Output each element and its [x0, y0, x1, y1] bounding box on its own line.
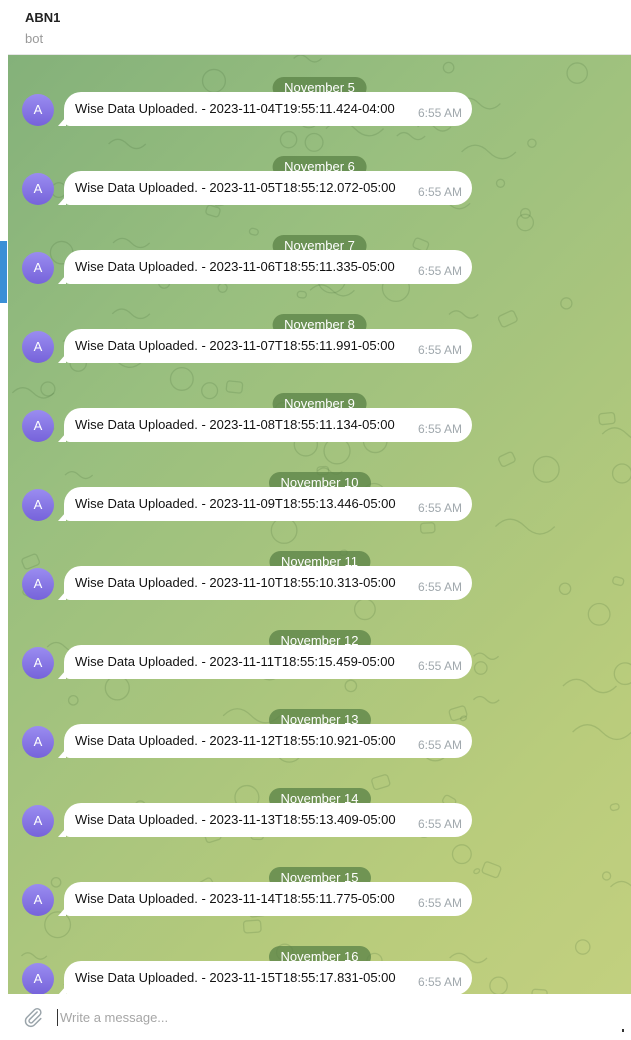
message-group: November 15 A Wise Data Uploaded. - 2023-1… — [8, 856, 631, 935]
avatar[interactable]: A — [22, 884, 54, 916]
bubble-tail — [58, 591, 66, 600]
message-bubble[interactable]: Wise Data Uploaded. - 2023-11-15T18:55:1… — [58, 961, 472, 994]
message-bubble[interactable]: Wise Data Uploaded. - 2023-11-07T18:55:1… — [58, 329, 472, 363]
message-text: Wise Data Uploaded. - 2023-11-07T18:55:1… — [75, 338, 395, 353]
message-text: Wise Data Uploaded. - 2023-11-15T18:55:1… — [75, 970, 396, 985]
message-bubble[interactable]: Wise Data Uploaded. - 2023-11-06T18:55:1… — [58, 250, 472, 284]
message-time: 6:55 AM — [417, 580, 462, 594]
bubble-tail — [58, 986, 66, 994]
message-bubble[interactable]: Wise Data Uploaded. - 2023-11-08T18:55:1… — [58, 408, 472, 442]
message-time: 6:55 AM — [417, 185, 462, 199]
message-group: November 14 A Wise Data Uploaded. - 2023-1… — [8, 777, 631, 856]
message-time: 6:55 AM — [417, 738, 462, 752]
message-group: November 8 A Wise Data Uploaded. - 2023-11… — [8, 303, 631, 382]
message-bubble[interactable]: Wise Data Uploaded. - 2023-11-04T19:55:1… — [58, 92, 472, 126]
message-time: 6:55 AM — [417, 817, 462, 831]
avatar[interactable]: A — [22, 252, 54, 284]
message-time: 6:55 AM — [417, 975, 462, 989]
message-group: November 7 A Wise Data Uploaded. - 2023-11… — [8, 224, 631, 303]
avatar[interactable]: A — [22, 331, 54, 363]
message-text: Wise Data Uploaded. - 2023-11-12T18:55:1… — [75, 733, 396, 748]
message-group: November 12 A Wise Data Uploaded. - 2023-1… — [8, 619, 631, 698]
bubble-tail — [58, 433, 66, 442]
message-text: Wise Data Uploaded. - 2023-11-04T19:55:1… — [75, 101, 395, 116]
message-text: Wise Data Uploaded. - 2023-11-11T18:55:1… — [75, 654, 395, 669]
resize-mark — [622, 1029, 624, 1032]
message-bubble[interactable]: Wise Data Uploaded. - 2023-11-05T18:55:1… — [58, 171, 472, 205]
message-time: 6:55 AM — [417, 343, 462, 357]
bubble-tail — [58, 354, 66, 363]
message-time: 6:55 AM — [417, 501, 462, 515]
bubble-tail — [58, 907, 66, 916]
avatar[interactable]: A — [22, 173, 54, 205]
message-text: Wise Data Uploaded. - 2023-11-06T18:55:1… — [75, 259, 395, 274]
message-text: Wise Data Uploaded. - 2023-11-14T18:55:1… — [75, 891, 395, 906]
bubble-tail — [58, 275, 66, 284]
message-list[interactable]: November 5 A Wise Data Uploaded. - 2023-11… — [8, 55, 631, 994]
message-text: Wise Data Uploaded. - 2023-11-08T18:55:1… — [75, 417, 395, 432]
message-bubble[interactable]: Wise Data Uploaded. - 2023-11-12T18:55:1… — [58, 724, 472, 758]
avatar[interactable]: A — [22, 647, 54, 679]
message-group: November 16 A Wise Data Uploaded. - 2023-1… — [8, 935, 631, 994]
avatar[interactable]: A — [22, 489, 54, 521]
message-time: 6:55 AM — [417, 422, 462, 436]
message-time: 6:55 AM — [417, 659, 462, 673]
avatar[interactable]: A — [22, 94, 54, 126]
chat-header[interactable]: ABN1 bot — [8, 0, 631, 55]
message-text: Wise Data Uploaded. - 2023-11-10T18:55:1… — [75, 575, 396, 590]
message-text: Wise Data Uploaded. - 2023-11-13T18:55:1… — [75, 812, 396, 827]
message-bubble[interactable]: Wise Data Uploaded. - 2023-11-14T18:55:1… — [58, 882, 472, 916]
bubble-tail — [58, 749, 66, 758]
message-group: November 9 A Wise Data Uploaded. - 2023-11… — [8, 382, 631, 461]
avatar[interactable]: A — [22, 805, 54, 837]
message-composer — [8, 994, 631, 1040]
bubble-tail — [58, 117, 66, 126]
sidebar-active-indicator — [0, 241, 7, 303]
message-text: Wise Data Uploaded. - 2023-11-09T18:55:1… — [75, 496, 396, 511]
bubble-tail — [58, 670, 66, 679]
message-group: November 11 A Wise Data Uploaded. - 2023-1… — [8, 540, 631, 619]
message-time: 6:55 AM — [417, 264, 462, 278]
message-bubble[interactable]: Wise Data Uploaded. - 2023-11-09T18:55:1… — [58, 487, 472, 521]
bubble-tail — [58, 828, 66, 837]
bubble-tail — [58, 196, 66, 205]
avatar[interactable]: A — [22, 568, 54, 600]
message-time: 6:55 AM — [417, 106, 462, 120]
avatar[interactable]: A — [22, 410, 54, 442]
paperclip-icon[interactable] — [22, 1006, 44, 1028]
chat-subtitle: bot — [25, 31, 44, 46]
chat-title: ABN1 — [25, 10, 61, 25]
message-bubble[interactable]: Wise Data Uploaded. - 2023-11-10T18:55:1… — [58, 566, 472, 600]
message-input[interactable] — [60, 1005, 600, 1029]
text-cursor — [57, 1009, 58, 1026]
message-bubble[interactable]: Wise Data Uploaded. - 2023-11-11T18:55:1… — [58, 645, 472, 679]
bubble-tail — [58, 512, 66, 521]
avatar[interactable]: A — [22, 726, 54, 758]
avatar[interactable]: A — [22, 963, 54, 994]
message-group: November 10 A Wise Data Uploaded. - 2023-1… — [8, 461, 631, 540]
message-group: November 6 A Wise Data Uploaded. - 2023-11… — [8, 145, 631, 224]
message-group: November 13 A Wise Data Uploaded. - 2023-1… — [8, 698, 631, 777]
message-bubble[interactable]: Wise Data Uploaded. - 2023-11-13T18:55:1… — [58, 803, 472, 837]
message-text: Wise Data Uploaded. - 2023-11-05T18:55:1… — [75, 180, 396, 195]
message-group: November 5 A Wise Data Uploaded. - 2023-11… — [8, 66, 631, 145]
message-time: 6:55 AM — [417, 896, 462, 910]
